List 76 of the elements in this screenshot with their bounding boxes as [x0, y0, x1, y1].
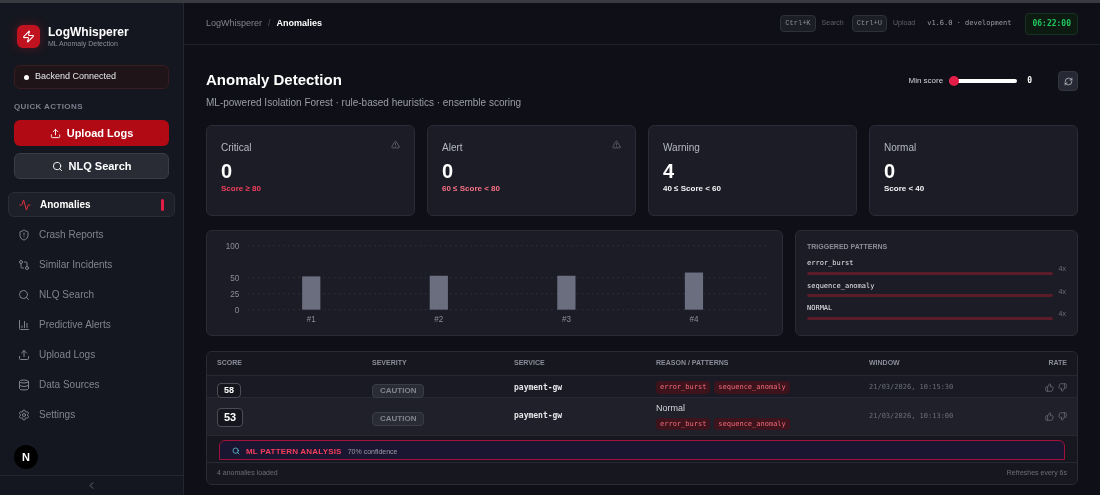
page-title: Anomaly Detection	[206, 70, 343, 90]
quick-action-button[interactable]: NLQ Search	[14, 153, 169, 179]
service-name: payment-gw	[514, 410, 564, 422]
merge-icon	[18, 258, 30, 271]
slider-thumb[interactable]	[949, 76, 960, 86]
nav-item[interactable]: Anomalies	[8, 192, 175, 217]
card-title: Normal	[884, 140, 917, 155]
card-range: 60 ≤ Score < 80	[442, 182, 501, 195]
nav-item[interactable]: NLQ Search	[8, 282, 175, 307]
chart-bar	[302, 275, 321, 310]
thumbs-down-icon[interactable]	[1058, 383, 1067, 392]
card-range: Score ≥ 80	[221, 182, 262, 195]
card-title: Warning	[663, 140, 700, 155]
nav-item[interactable]: Upload Logs	[8, 342, 175, 367]
activity-icon	[19, 198, 31, 211]
analysis-title: ML PATTERN ANALYSIS	[246, 445, 342, 458]
card-title: Alert	[442, 140, 463, 155]
card-value: 0	[442, 158, 455, 183]
breadcrumb: Anomalies	[276, 16, 323, 30]
nav-item[interactable]: Settings	[8, 402, 175, 427]
nav-item[interactable]: Crash Reports	[8, 222, 175, 247]
x-tick-label: #4	[689, 313, 699, 325]
min-score-value: 0	[1027, 75, 1032, 87]
database-icon	[18, 378, 30, 391]
y-tick-label: 25	[230, 288, 240, 299]
refresh-button[interactable]	[1058, 71, 1078, 91]
search-icon	[51, 160, 63, 172]
breadcrumb-separator: /	[268, 16, 271, 30]
chart-bar	[684, 272, 704, 310]
active-indicator	[161, 198, 164, 211]
search-icon	[232, 446, 240, 455]
status-label: Backend Connected	[35, 70, 117, 84]
card-value: 4	[663, 158, 676, 183]
breadcrumb[interactable]: LogWhisperer	[206, 16, 263, 31]
page-subtitle: ML-powered Isolation Forest · rule-based heuristics · ensemble scoring	[206, 95, 523, 110]
x-tick-label: #2	[434, 313, 444, 325]
service-name: payment-gw	[514, 381, 564, 394]
x-tick-label: #1	[306, 313, 317, 325]
bar-chart: 0 25 50 100 #1 #2 #3 #4	[211, 234, 778, 331]
y-tick-label: 0	[234, 304, 240, 315]
thumbs-up-icon[interactable]	[1045, 383, 1054, 392]
upload-icon	[49, 127, 61, 139]
card-range: 40 ≤ Score < 60	[663, 182, 722, 195]
upload-icon	[18, 348, 30, 361]
score-badge: 58	[217, 382, 241, 398]
nav-item[interactable]: Predictive Alerts	[8, 312, 175, 337]
nav-item[interactable]: Data Sources	[8, 372, 175, 397]
thumbs-up-icon[interactable]	[1045, 411, 1054, 421]
refresh-icon	[1063, 76, 1073, 86]
severity-badge: CAUTION	[372, 412, 425, 426]
y-tick-label: 100	[225, 240, 240, 251]
thumbs-down-icon[interactable]	[1058, 411, 1067, 421]
clock: 06:22:00	[1025, 12, 1078, 35]
chart-icon	[18, 318, 30, 331]
y-tick-label: 50	[230, 272, 240, 283]
card-title: Critical	[221, 140, 252, 155]
min-score-label: Min score	[908, 75, 944, 87]
settings-icon	[18, 408, 30, 421]
quick-action-button[interactable]: Upload Logs	[14, 120, 169, 146]
x-tick-label: #3	[561, 313, 572, 325]
app-name: LogWhisperer	[48, 25, 129, 39]
section-heading: QUICK ACTIONS	[13, 101, 84, 113]
card-range: Score < 40	[884, 182, 926, 195]
score-badge: 53	[217, 408, 244, 427]
min-score-slider[interactable]	[949, 76, 1018, 86]
nav-item[interactable]: Similar Incidents	[8, 252, 175, 277]
card-value: 0	[221, 158, 234, 183]
reason-text: Normal	[656, 402, 686, 415]
chart-bar	[557, 275, 576, 310]
severity-badge: CAUTION	[372, 383, 425, 398]
user-avatar[interactable]: N	[14, 445, 38, 469]
chart-bar	[429, 275, 448, 310]
card-value: 0	[884, 158, 897, 183]
shield-icon	[18, 228, 30, 241]
search-icon	[18, 288, 30, 301]
logo-icon	[17, 25, 40, 48]
